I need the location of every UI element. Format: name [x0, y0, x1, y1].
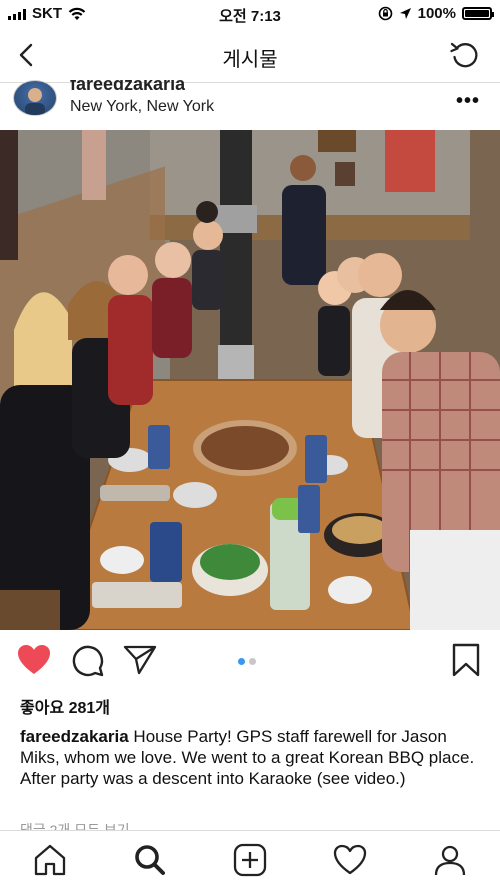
activity-heart-icon[interactable] — [332, 842, 368, 878]
carousel-dot — [238, 658, 245, 665]
avatar-image — [25, 88, 45, 115]
tab-bar — [0, 830, 500, 889]
location-arrow-icon — [399, 8, 411, 19]
status-right: 100% — [378, 5, 494, 22]
nav-bar: 게시물 — [0, 28, 500, 83]
bookmark-icon[interactable] — [448, 642, 484, 678]
caption-username[interactable]: fareedzakaria — [20, 727, 129, 746]
refresh-icon[interactable] — [448, 38, 482, 72]
post-header: fareedzakaria New York, New York ••• — [0, 80, 500, 130]
view-comments-link[interactable]: 댓글 2개 모두 보기 — [20, 820, 130, 830]
page-title: 게시물 — [222, 49, 278, 71]
carousel-indicator — [238, 658, 256, 665]
lock-rotation-icon — [378, 6, 392, 21]
photo-illustration — [0, 130, 500, 630]
battery-icon — [462, 7, 494, 20]
post-actions — [0, 642, 500, 682]
profile-icon[interactable] — [432, 842, 468, 878]
battery-fill — [465, 10, 489, 17]
avatar[interactable] — [13, 80, 57, 116]
home-icon[interactable] — [32, 842, 68, 878]
add-post-icon[interactable] — [232, 842, 268, 878]
carousel-dot — [249, 658, 256, 665]
battery-percent: 100% — [417, 5, 456, 22]
more-icon[interactable]: ••• — [456, 90, 480, 113]
post-photo[interactable] — [0, 130, 500, 630]
heart-icon[interactable] — [16, 642, 52, 678]
search-icon[interactable] — [132, 842, 168, 878]
status-bar: SKT 오전 7:13 100% — [0, 0, 500, 28]
send-icon[interactable] — [122, 642, 158, 678]
post-location[interactable]: New York, New York — [70, 98, 214, 116]
like-count[interactable]: 좋아요 281개 — [20, 694, 110, 718]
comment-icon[interactable] — [70, 642, 106, 678]
post-caption: fareedzakaria House Party! GPS staff far… — [20, 726, 480, 789]
